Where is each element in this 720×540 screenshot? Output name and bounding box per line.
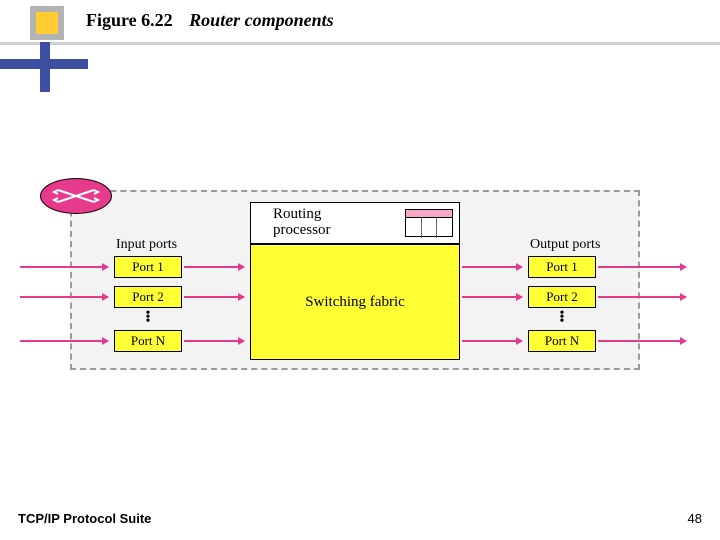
input-ports-label: Input ports: [116, 237, 177, 253]
switching-fabric-box: Switching fabric: [250, 244, 460, 360]
output-port-1: Port 1: [528, 256, 596, 278]
router-icon: [40, 178, 112, 214]
header-bullet-icon: [30, 6, 64, 40]
arrow-inport-2: [184, 296, 244, 298]
arrow-inport-n: [184, 340, 244, 342]
output-ports-label: Output ports: [530, 237, 600, 253]
input-port-1: Port 1: [114, 256, 182, 278]
output-port-n: Port N: [528, 330, 596, 352]
switching-fabric-label: Switching fabric: [305, 294, 405, 311]
arrow-out-n: [598, 340, 686, 342]
arrow-out-1: [598, 266, 686, 268]
arrow-outport-1: [462, 266, 522, 268]
output-ports-ellipsis: •••: [557, 312, 567, 324]
routing-table-icon: [405, 209, 453, 237]
arrow-in-2: [20, 296, 108, 298]
arrow-outport-2: [462, 296, 522, 298]
footer-suite: TCP/IP Protocol Suite: [18, 511, 151, 526]
arrow-in-1: [20, 266, 108, 268]
arrow-outport-n: [462, 340, 522, 342]
input-port-2: Port 2: [114, 286, 182, 308]
header-divider: [0, 42, 720, 45]
figure-title: Figure 6.22 Router components: [86, 10, 334, 31]
router-diagram: Routing processor Switching fabric Input…: [20, 190, 690, 390]
input-ports-ellipsis: •••: [143, 312, 153, 324]
header-accent-vertical: [40, 42, 50, 92]
figure-number: Figure 6.22: [86, 10, 173, 30]
routing-processor-label: Routing processor: [273, 207, 330, 239]
routing-processor-box: Routing processor: [250, 202, 460, 244]
arrow-out-2: [598, 296, 686, 298]
figure-caption: Router components: [189, 10, 334, 30]
arrow-in-n: [20, 340, 108, 342]
page-number: 48: [688, 511, 702, 526]
output-port-2: Port 2: [528, 286, 596, 308]
arrow-inport-1: [184, 266, 244, 268]
input-port-n: Port N: [114, 330, 182, 352]
